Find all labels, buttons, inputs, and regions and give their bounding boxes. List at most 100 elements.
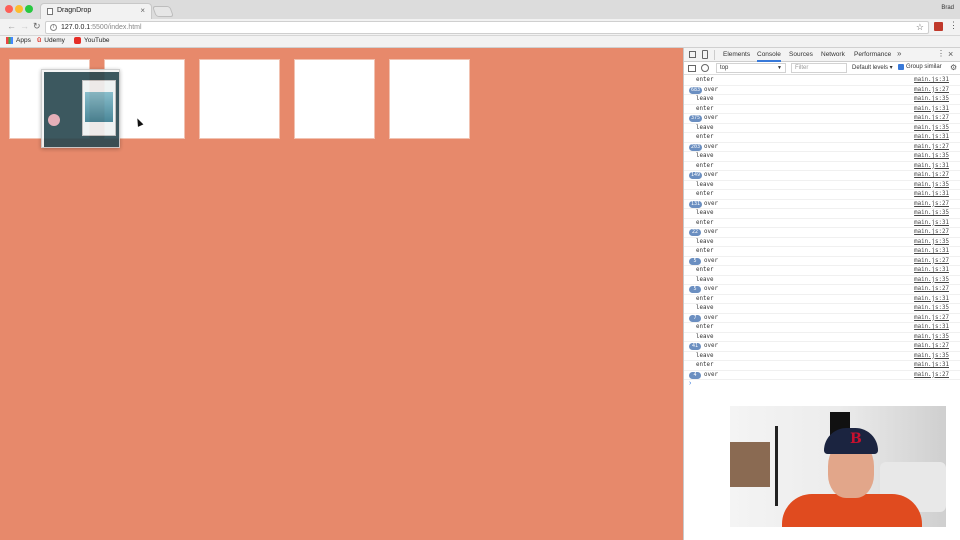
source-link[interactable]: main.js:35 [914, 238, 949, 247]
source-link[interactable]: main.js:27 [914, 314, 949, 323]
console-sidebar-icon[interactable] [688, 65, 696, 72]
console-log-row: 131 over main.js:27 [684, 200, 960, 209]
console-log-row: 5 over main.js:27 [684, 257, 960, 266]
console-filter-input[interactable]: Filter [791, 63, 847, 73]
close-devtools-icon[interactable]: × [948, 49, 953, 59]
chrome-menu-icon[interactable]: ⋮ [949, 20, 958, 31]
source-link[interactable]: main.js:27 [914, 171, 949, 180]
source-link[interactable]: main.js:27 [914, 200, 949, 209]
source-link[interactable]: main.js:35 [914, 209, 949, 218]
log-message: over [704, 343, 718, 349]
source-link[interactable]: main.js:35 [914, 181, 949, 190]
console-log-row: enter main.js:31 [684, 247, 960, 257]
maximize-window-button[interactable] [25, 5, 33, 13]
source-link[interactable]: main.js:27 [914, 86, 949, 95]
browser-tab[interactable]: DragnDrop × [40, 3, 152, 19]
browser-toolbar: ← → ↻ i 127.0.0.1:5500/index.html ☆ ⋮ [0, 19, 960, 36]
page-icon [47, 8, 53, 15]
clear-console-icon[interactable] [701, 64, 709, 72]
source-link[interactable]: main.js:35 [914, 333, 949, 342]
tab-performance[interactable]: Performance [854, 51, 891, 58]
back-arrow-icon[interactable]: ← [7, 21, 16, 31]
bookmark-apps[interactable]: Apps [6, 37, 31, 44]
tab-sources[interactable]: Sources [789, 51, 813, 58]
source-link[interactable]: main.js:35 [914, 304, 949, 313]
source-link[interactable]: main.js:27 [914, 143, 949, 152]
source-link[interactable]: main.js:31 [914, 133, 949, 142]
log-message: enter [696, 295, 714, 302]
source-link[interactable]: main.js:35 [914, 276, 949, 285]
console-log-row: leave main.js:35 [684, 352, 960, 361]
tab-elements[interactable]: Elements [723, 51, 750, 58]
minimize-window-button[interactable] [15, 5, 23, 13]
console-output: enter main.js:31 683 over main.js:27 leave mai… [684, 76, 960, 389]
console-settings-icon[interactable]: ⚙ [950, 63, 957, 72]
drop-box-5[interactable] [389, 59, 470, 139]
bookmark-youtube[interactable]: YouTube [74, 37, 110, 44]
source-link[interactable]: main.js:27 [914, 342, 949, 351]
console-log-row: enter main.js:31 [684, 133, 960, 143]
reload-icon[interactable]: ↻ [33, 21, 41, 32]
source-link[interactable]: main.js:31 [914, 361, 949, 370]
log-message: enter [696, 219, 714, 226]
close-tab-icon[interactable]: × [140, 6, 145, 15]
context-selector[interactable]: top ▼ [716, 63, 786, 73]
log-message: leave [696, 181, 714, 188]
info-icon[interactable]: i [50, 24, 57, 31]
youtube-icon [74, 37, 81, 44]
source-link[interactable]: main.js:31 [914, 295, 949, 304]
drop-box-3[interactable] [199, 59, 280, 139]
cap-logo-icon: B [850, 431, 862, 447]
console-log-row: enter main.js:31 [684, 190, 960, 200]
source-link[interactable]: main.js:31 [914, 162, 949, 171]
new-tab-button[interactable] [151, 6, 175, 17]
log-levels-dropdown[interactable]: Default levels ▾ [852, 64, 893, 71]
console-prompt[interactable]: › [684, 380, 960, 389]
checkbox-checked-icon [898, 64, 904, 70]
dragged-image[interactable] [41, 69, 120, 148]
source-link[interactable]: main.js:31 [914, 323, 949, 332]
group-similar-checkbox[interactable]: Group similar [898, 64, 942, 70]
drop-box-4[interactable] [294, 59, 375, 139]
extension-icon[interactable] [934, 22, 943, 31]
source-link[interactable]: main.js:27 [914, 114, 949, 123]
bookmark-udemy[interactable]: ū Udemy [37, 37, 65, 44]
log-message: over [704, 200, 718, 207]
profile-name[interactable]: Brad [941, 5, 954, 11]
source-link[interactable]: main.js:27 [914, 228, 949, 237]
source-link[interactable]: main.js:31 [914, 266, 949, 275]
console-log-row: leave main.js:35 [684, 152, 960, 162]
url-text: 127.0.0.1:5500/index.html [61, 24, 142, 31]
window-titlebar: DragnDrop × Brad [0, 0, 960, 19]
source-link[interactable]: main.js:35 [914, 352, 949, 361]
repeat-count-badge: 203 [689, 143, 703, 151]
source-link[interactable]: main.js:35 [914, 95, 949, 104]
device-toolbar-icon[interactable] [702, 50, 708, 59]
source-link[interactable]: main.js:31 [914, 190, 949, 199]
log-message: over [704, 371, 718, 378]
repeat-count-badge: 5 [689, 257, 701, 265]
source-link[interactable]: main.js:27 [914, 257, 949, 266]
console-log-row: leave main.js:35 [684, 276, 960, 285]
more-tabs-icon[interactable]: » [897, 49, 901, 58]
source-link[interactable]: main.js:27 [914, 371, 949, 380]
log-message: over [704, 143, 718, 150]
log-message: enter [696, 267, 714, 273]
tab-network[interactable]: Network [821, 51, 845, 58]
source-link[interactable]: main.js:31 [914, 247, 949, 256]
source-link[interactable]: main.js:31 [914, 219, 949, 228]
console-log-row: leave main.js:35 [684, 181, 960, 190]
source-link[interactable]: main.js:31 [914, 76, 949, 85]
source-link[interactable]: main.js:35 [914, 152, 949, 161]
inspect-element-icon[interactable] [689, 51, 696, 58]
source-link[interactable]: main.js:31 [914, 105, 949, 114]
forward-arrow-icon[interactable]: → [20, 21, 29, 31]
tab-console[interactable]: Console [757, 51, 781, 62]
console-log-row: 203 over main.js:27 [684, 143, 960, 152]
close-window-button[interactable] [5, 5, 13, 13]
address-bar[interactable]: i 127.0.0.1:5500/index.html ☆ [45, 21, 929, 34]
source-link[interactable]: main.js:27 [914, 285, 949, 294]
source-link[interactable]: main.js:35 [914, 124, 949, 133]
devtools-menu-icon[interactable]: ⋮ [937, 49, 945, 58]
bookmark-star-icon[interactable]: ☆ [916, 22, 924, 33]
